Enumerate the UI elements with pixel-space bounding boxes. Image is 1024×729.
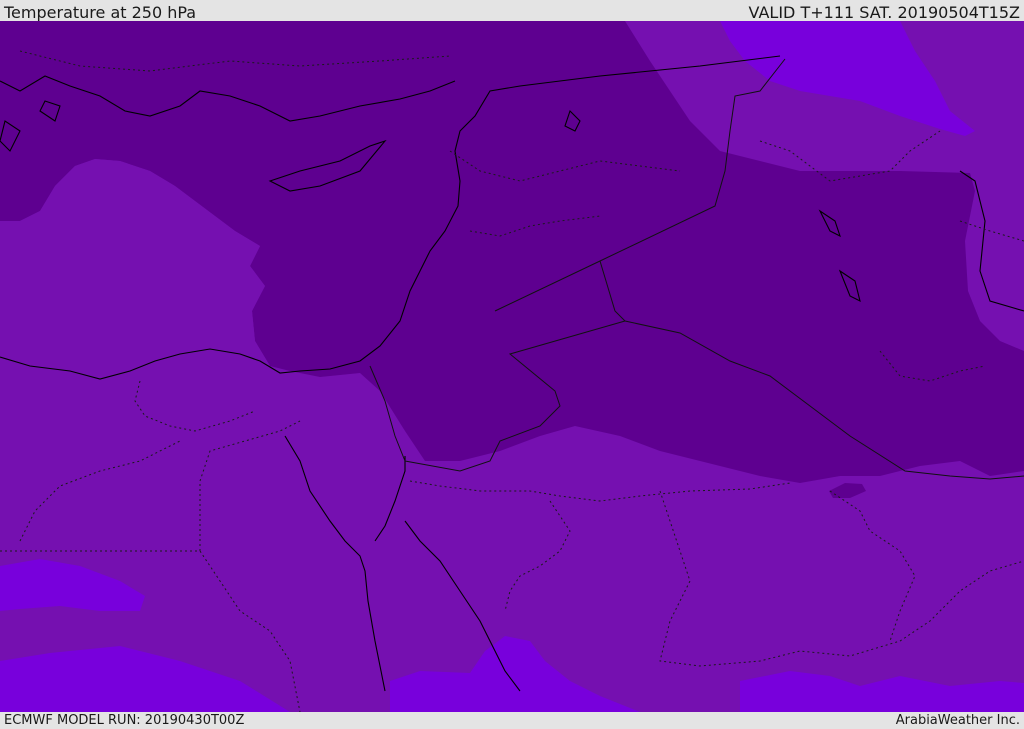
weather-map — [0, 21, 1024, 712]
brand-label: ArabiaWeather Inc. — [895, 713, 1020, 728]
model-run-label: ECMWF MODEL RUN: 20190430T00Z — [4, 713, 245, 728]
map-header: Temperature at 250 hPa VALID T+111 SAT. … — [0, 0, 1024, 22]
map-footer: ECMWF MODEL RUN: 20190430T00Z ArabiaWeat… — [0, 712, 1024, 729]
temperature-field — [0, 21, 1024, 712]
valid-time: VALID T+111 SAT. 20190504T15Z — [748, 3, 1020, 22]
map-title: Temperature at 250 hPa — [4, 3, 197, 22]
